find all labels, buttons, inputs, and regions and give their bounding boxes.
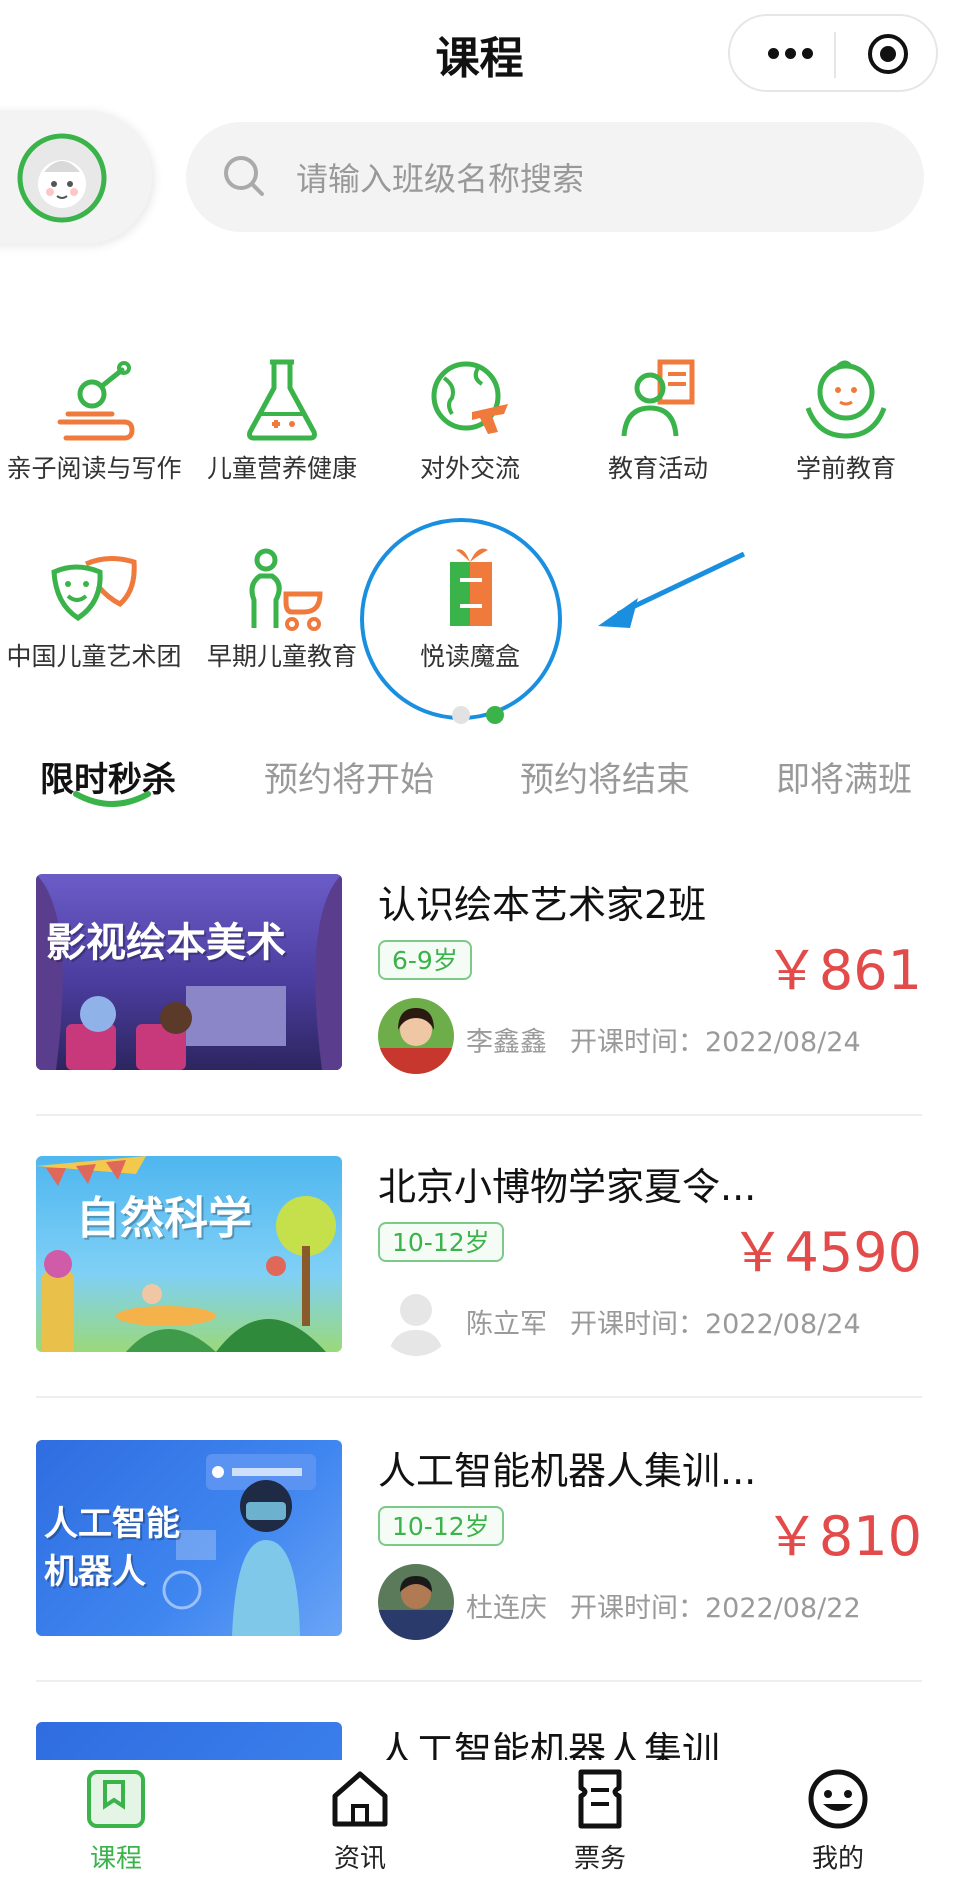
course-thumbnail: 人工智能 机器人 — [36, 1440, 342, 1636]
nav-label: 资讯 — [333, 1844, 386, 1874]
search-input[interactable]: 请输入班级名称搜索 — [186, 122, 924, 232]
nav-news[interactable]: 资讯 — [290, 1766, 430, 1875]
teacher-avatar — [378, 1564, 454, 1640]
category-label: 儿童营养健康 — [206, 454, 357, 483]
tab-booking-start[interactable]: 预约将开始 — [264, 752, 434, 801]
smiley-face-icon — [808, 1769, 868, 1829]
avatar — [17, 133, 107, 223]
more-icon[interactable] — [760, 38, 820, 68]
age-badge: 10-12岁 — [378, 1506, 504, 1546]
list-divider — [36, 1114, 922, 1116]
bottom-navigation: 课程 资讯 票务 我的 — [0, 1760, 959, 1900]
category-label: 学前教育 — [795, 454, 896, 483]
globe-plane-icon — [431, 361, 508, 434]
tab-almost-full[interactable]: 即将满班 — [776, 752, 912, 801]
ticket-icon — [578, 1769, 622, 1829]
teacher-avatar — [378, 1280, 454, 1356]
category-exchange[interactable]: 对外交流 — [376, 352, 564, 482]
start-date: 开课时间：2022/08/22 — [570, 1593, 861, 1624]
course-price: ￥810 — [764, 1505, 922, 1568]
course-title: 认识绘本艺术家2班 — [378, 883, 707, 927]
annotation-circle — [360, 518, 562, 720]
thumbnail-title-line1: 人工智能 — [44, 1504, 180, 1544]
category-label: 教育活动 — [607, 454, 708, 483]
nav-label: 票务 — [573, 1844, 626, 1874]
thumbnail-title: 影视绘本美术 — [46, 920, 286, 966]
pager-dot-active[interactable] — [486, 706, 504, 724]
baby-face-icon — [805, 360, 887, 439]
pager-dot[interactable] — [452, 706, 470, 724]
teacher-board-icon — [621, 359, 695, 437]
nav-courses[interactable]: 课程 — [46, 1766, 186, 1875]
course-title: 北京小博物学家夏令... — [378, 1165, 757, 1209]
category-art-troupe[interactable]: 中国儿童艺术团 — [0, 540, 188, 670]
course-card[interactable]: 人工智能 机器人 人工智能机器人集训... 10-12岁 ￥810 杜连庆 开课… — [36, 1440, 922, 1670]
close-target-icon[interactable] — [866, 32, 910, 76]
course-thumbnail — [36, 1722, 342, 1760]
list-divider — [36, 1396, 922, 1398]
annotation-arrow-icon — [598, 551, 746, 628]
start-date: 开课时间：2022/08/24 — [570, 1309, 861, 1340]
age-badge: 10-12岁 — [378, 1222, 504, 1262]
search-placeholder: 请输入班级名称搜索 — [296, 160, 585, 198]
teacher-name: 陈立军 — [466, 1309, 547, 1340]
course-card[interactable]: 自然科学 北京小博物学家夏令... 10-12岁 ￥4590 陈立军 开课时间：… — [36, 1156, 922, 1386]
nav-header: 课程 — [0, 0, 959, 110]
category-label: 中国儿童艺术团 — [6, 642, 182, 671]
capsule-divider — [834, 32, 836, 78]
course-thumbnail: 自然科学 — [36, 1156, 342, 1352]
list-divider — [36, 1680, 922, 1682]
reading-icon — [57, 361, 135, 441]
teacher-avatar — [378, 998, 454, 1074]
mother-stroller-icon — [249, 548, 323, 631]
course-price: ￥861 — [764, 939, 922, 1002]
category-preschool[interactable]: 学前教育 — [752, 352, 940, 482]
nav-tickets[interactable]: 票务 — [530, 1766, 670, 1875]
nav-label: 我的 — [811, 1844, 864, 1874]
course-title: 人工智能机器人集训... — [378, 1449, 757, 1493]
start-date: 开课时间：2022/08/24 — [570, 1027, 861, 1058]
category-label: 对外交流 — [419, 454, 520, 483]
course-card[interactable]: 影视绘本美术 认识绘本艺术家2班 6-9岁 ￥861 李鑫鑫 开课时间：2022… — [36, 874, 922, 1104]
category-pager — [452, 706, 504, 724]
course-book-icon — [87, 1770, 145, 1828]
nav-label: 课程 — [89, 1844, 142, 1874]
teacher-name: 杜连庆 — [466, 1593, 547, 1624]
miniprogram-capsule — [728, 14, 938, 92]
course-title: 人工智能机器人集训 — [378, 1729, 721, 1760]
category-nutrition[interactable]: 儿童营养健康 — [188, 352, 376, 482]
thumbnail-title-line2: 机器人 — [44, 1552, 146, 1592]
course-thumbnail: 影视绘本美术 — [36, 874, 342, 1070]
user-avatar-tab[interactable] — [0, 110, 152, 244]
category-label: 早期儿童教育 — [206, 642, 357, 671]
category-early-childhood[interactable]: 早期儿童教育 — [188, 540, 376, 670]
category-activities[interactable]: 教育活动 — [564, 352, 752, 482]
course-price: ￥4590 — [730, 1221, 922, 1284]
teacher-name: 李鑫鑫 — [466, 1027, 547, 1058]
tab-booking-end[interactable]: 预约将结束 — [520, 752, 690, 801]
theater-masks-icon — [51, 556, 137, 621]
tab-active-indicator — [73, 791, 151, 807]
home-icon — [332, 1771, 388, 1827]
nav-profile[interactable]: 我的 — [768, 1766, 908, 1875]
cinema-illustration — [36, 874, 342, 1070]
thumbnail-title: 自然科学 — [76, 1193, 252, 1244]
search-icon — [224, 156, 264, 196]
age-badge: 6-9岁 — [378, 940, 472, 980]
course-card[interactable]: 人工智能机器人集训 — [36, 1722, 922, 1760]
category-label: 亲子阅读与写作 — [6, 454, 182, 483]
flask-icon — [247, 359, 317, 441]
category-reading[interactable]: 亲子阅读与写作 — [0, 352, 188, 482]
